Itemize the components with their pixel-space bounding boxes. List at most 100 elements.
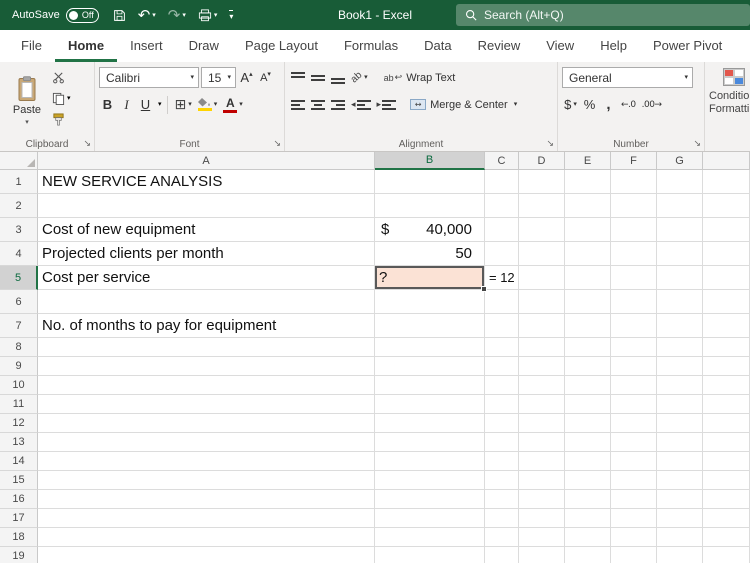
cell-F16[interactable] <box>611 490 657 509</box>
cell-A5[interactable]: Cost per service <box>38 266 375 290</box>
cell-C7[interactable] <box>485 314 519 338</box>
row-header-6[interactable]: 6 <box>0 290 38 314</box>
cell-F4[interactable] <box>611 242 657 266</box>
cell-F11[interactable] <box>611 395 657 414</box>
cell-C15[interactable] <box>485 471 519 490</box>
cell-A18[interactable] <box>38 528 375 547</box>
row-header-19[interactable]: 19 <box>0 547 38 563</box>
font-dialog-launcher[interactable]: ↘ <box>273 140 281 149</box>
cell-partial-2[interactable] <box>703 194 750 218</box>
select-all-button[interactable] <box>0 152 38 170</box>
cell-E11[interactable] <box>565 395 611 414</box>
cell-G8[interactable] <box>657 338 703 357</box>
cell-C4[interactable] <box>485 242 519 266</box>
cell-A7[interactable]: No. of months to pay for equipment <box>38 314 375 338</box>
cell-D6[interactable] <box>519 290 565 314</box>
cell-B11[interactable] <box>375 395 485 414</box>
cell-E1[interactable] <box>565 170 611 194</box>
underline-options-chevron[interactable]: ▾ <box>158 101 162 108</box>
cell-E3[interactable] <box>565 218 611 242</box>
cell-A12[interactable] <box>38 414 375 433</box>
merge-center-button[interactable]: ↔ Merge & Center ▾ <box>406 94 521 116</box>
cell-B19[interactable] <box>375 547 485 563</box>
cell-G17[interactable] <box>657 509 703 528</box>
cell-partial-5[interactable] <box>703 266 750 290</box>
cell-partial-6[interactable] <box>703 290 750 314</box>
cell-C5[interactable]: = 12 <box>485 266 519 290</box>
cell-F15[interactable] <box>611 471 657 490</box>
cell-B8[interactable] <box>375 338 485 357</box>
cell-C8[interactable] <box>485 338 519 357</box>
cell-F3[interactable] <box>611 218 657 242</box>
tab-page-layout[interactable]: Page Layout <box>232 30 331 62</box>
accounting-format-button[interactable]: $ ▾ <box>562 94 579 116</box>
cell-partial-17[interactable] <box>703 509 750 528</box>
autosave-toggle[interactable]: Off <box>65 7 99 23</box>
cell-C9[interactable] <box>485 357 519 376</box>
cell-B7[interactable] <box>375 314 485 338</box>
wrap-text-button[interactable]: ab ↩ Wrap Text <box>380 67 460 89</box>
column-header-D[interactable]: D <box>519 152 565 170</box>
cell-G14[interactable] <box>657 452 703 471</box>
tab-review[interactable]: Review <box>465 30 534 62</box>
cell-F1[interactable] <box>611 170 657 194</box>
cell-A4[interactable]: Projected clients per month <box>38 242 375 266</box>
cell-E10[interactable] <box>565 376 611 395</box>
cell-E17[interactable] <box>565 509 611 528</box>
cell-C3[interactable] <box>485 218 519 242</box>
cell-E9[interactable] <box>565 357 611 376</box>
cell-E15[interactable] <box>565 471 611 490</box>
cell-A14[interactable] <box>38 452 375 471</box>
alignment-dialog-launcher[interactable]: ↘ <box>546 140 554 149</box>
row-header-13[interactable]: 13 <box>0 433 38 452</box>
cell-E19[interactable] <box>565 547 611 563</box>
quick-print-button[interactable]: ▾ <box>192 2 224 28</box>
cell-B1[interactable] <box>375 170 485 194</box>
font-name-select[interactable]: Calibri ▾ <box>99 67 199 88</box>
tab-data[interactable]: Data <box>411 30 464 62</box>
cell-D10[interactable] <box>519 376 565 395</box>
align-right-button[interactable] <box>329 94 347 116</box>
tab-help[interactable]: Help <box>587 30 640 62</box>
row-header-1[interactable]: 1 <box>0 170 38 194</box>
cell-F8[interactable] <box>611 338 657 357</box>
cell-D12[interactable] <box>519 414 565 433</box>
cell-F2[interactable] <box>611 194 657 218</box>
cell-D2[interactable] <box>519 194 565 218</box>
cell-A13[interactable] <box>38 433 375 452</box>
autosave-control[interactable]: AutoSave Off <box>0 7 107 23</box>
cell-G10[interactable] <box>657 376 703 395</box>
cell-G7[interactable] <box>657 314 703 338</box>
cell-G11[interactable] <box>657 395 703 414</box>
cell-F18[interactable] <box>611 528 657 547</box>
cell-B6[interactable] <box>375 290 485 314</box>
cell-partial-7[interactable] <box>703 314 750 338</box>
underline-button[interactable]: U <box>137 94 154 116</box>
cell-A11[interactable] <box>38 395 375 414</box>
cell-A2[interactable] <box>38 194 375 218</box>
copy-button[interactable]: ▾ <box>50 90 73 106</box>
cell-G6[interactable] <box>657 290 703 314</box>
cell-C14[interactable] <box>485 452 519 471</box>
cell-F5[interactable] <box>611 266 657 290</box>
cell-B14[interactable] <box>375 452 485 471</box>
fill-color-button[interactable]: ▾ <box>196 94 220 116</box>
row-header-5[interactable]: 5 <box>0 266 38 290</box>
cell-G16[interactable] <box>657 490 703 509</box>
row-header-16[interactable]: 16 <box>0 490 38 509</box>
cell-E8[interactable] <box>565 338 611 357</box>
cell-G12[interactable] <box>657 414 703 433</box>
cell-C11[interactable] <box>485 395 519 414</box>
format-painter-button[interactable] <box>50 111 73 127</box>
cell-A3[interactable]: Cost of new equipment <box>38 218 375 242</box>
cell-B9[interactable] <box>375 357 485 376</box>
cell-C13[interactable] <box>485 433 519 452</box>
cell-G19[interactable] <box>657 547 703 563</box>
cell-D15[interactable] <box>519 471 565 490</box>
orientation-button[interactable]: ab ▾ <box>349 67 370 89</box>
cell-D7[interactable] <box>519 314 565 338</box>
column-header-partial[interactable] <box>703 152 750 170</box>
cell-E2[interactable] <box>565 194 611 218</box>
cell-partial-11[interactable] <box>703 395 750 414</box>
row-header-7[interactable]: 7 <box>0 314 38 338</box>
